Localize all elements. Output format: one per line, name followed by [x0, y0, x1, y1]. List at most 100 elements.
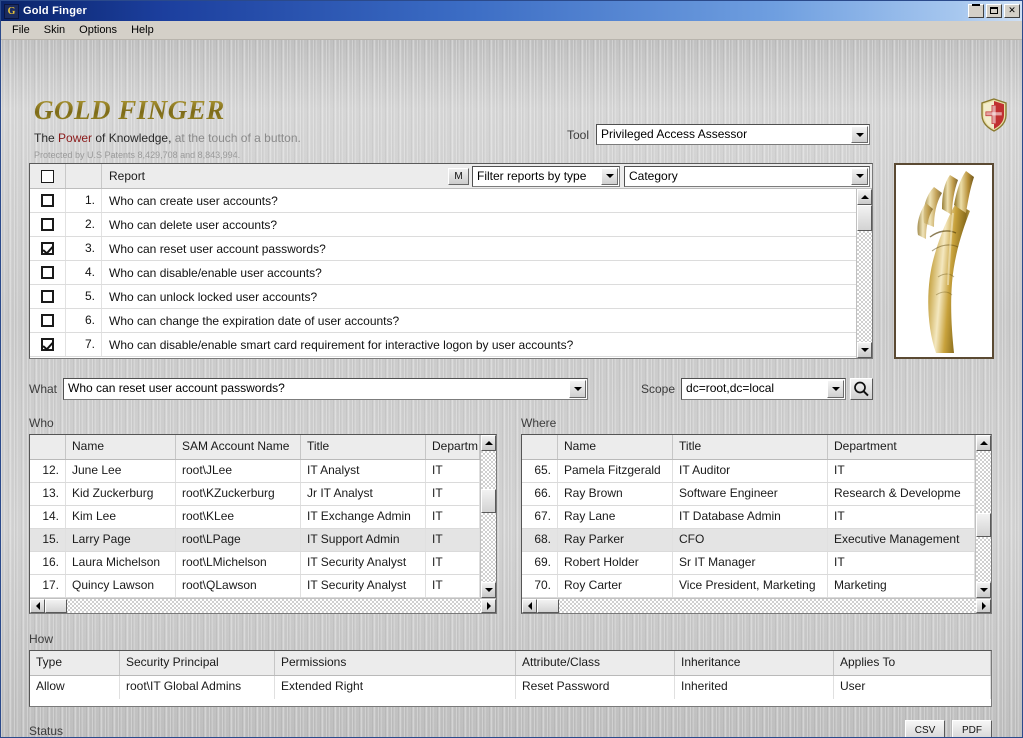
where-header-title[interactable]: Title	[673, 435, 828, 459]
how-header-permissions[interactable]: Permissions	[275, 651, 516, 675]
report-row-checkbox[interactable]	[41, 194, 54, 207]
filter-mode-button[interactable]: M	[448, 167, 469, 185]
where-row[interactable]: 65. Pamela Fitzgerald IT Auditor IT	[522, 460, 975, 483]
report-row-checkbox-cell[interactable]	[30, 285, 66, 308]
report-row-checkbox-cell[interactable]	[30, 189, 66, 212]
report-row-checkbox[interactable]	[41, 338, 54, 351]
report-row[interactable]: 2. Who can delete user accounts?	[30, 213, 856, 237]
where-cell-name: Robert Holder	[558, 552, 673, 574]
hscroll-thumb[interactable]	[45, 599, 67, 613]
how-header-principal[interactable]: Security Principal	[120, 651, 275, 675]
who-header-sam[interactable]: SAM Account Name	[176, 435, 301, 459]
how-header-inheritance[interactable]: Inheritance	[675, 651, 834, 675]
patent-notice: Protected by U.S Patents 8,429,708 and 8…	[34, 150, 241, 160]
report-row[interactable]: 6. Who can change the expiration date of …	[30, 309, 856, 333]
select-all-checkbox[interactable]	[41, 169, 54, 183]
where-row[interactable]: 67. Ray Lane IT Database Admin IT	[522, 506, 975, 529]
menu-item-help[interactable]: Help	[124, 22, 161, 38]
scroll-down-icon[interactable]	[976, 582, 991, 598]
where-row[interactable]: 66. Ray Brown Software Engineer Research & …	[522, 483, 975, 506]
chevron-down-icon[interactable]	[569, 380, 587, 398]
scroll-right-icon[interactable]	[976, 599, 991, 613]
what-dropdown[interactable]: Who can reset user account passwords?	[63, 378, 589, 400]
report-row[interactable]: 5. Who can unlock locked user accounts?	[30, 285, 856, 309]
report-row-checkbox-cell[interactable]	[30, 333, 66, 356]
where-cell-department: Research & Developme	[828, 483, 975, 505]
where-grid-hscrollbar[interactable]	[522, 598, 991, 613]
how-header-attribute[interactable]: Attribute/Class	[516, 651, 675, 675]
report-row-checkbox[interactable]	[41, 314, 54, 327]
report-row-checkbox-cell[interactable]	[30, 213, 66, 236]
who-grid-hscrollbar[interactable]	[30, 598, 496, 613]
select-all-cell[interactable]	[30, 164, 66, 188]
how-header-applies-to[interactable]: Applies To	[834, 651, 991, 675]
report-row-checkbox[interactable]	[41, 218, 54, 231]
chevron-down-icon[interactable]	[851, 167, 868, 185]
menu-item-skin[interactable]: Skin	[37, 22, 72, 38]
who-row[interactable]: 16. Laura Michelson root\LMichelson IT Secu…	[30, 552, 480, 575]
chevron-down-icon[interactable]	[827, 380, 845, 398]
scroll-down-icon[interactable]	[857, 342, 872, 358]
where-cell-number: 65.	[522, 460, 558, 482]
scroll-left-icon[interactable]	[522, 599, 537, 613]
scroll-track[interactable]	[481, 451, 496, 582]
report-row-checkbox-cell[interactable]	[30, 261, 66, 284]
where-header-name[interactable]: Name	[558, 435, 673, 459]
who-cell-name: Kim Lee	[66, 506, 176, 528]
scroll-right-icon[interactable]	[481, 599, 496, 613]
scroll-up-icon[interactable]	[481, 435, 496, 451]
report-row[interactable]: 4. Who can disable/enable user accounts?	[30, 261, 856, 285]
how-header-type[interactable]: Type	[30, 651, 120, 675]
minimize-button[interactable]	[968, 4, 984, 18]
who-row[interactable]: 14. Kim Lee root\KLee IT Exchange Admin IT	[30, 506, 480, 529]
who-header-title[interactable]: Title	[301, 435, 426, 459]
who-row[interactable]: 12. June Lee root\JLee IT Analyst IT	[30, 460, 480, 483]
report-row-checkbox-cell[interactable]	[30, 309, 66, 332]
scroll-thumb[interactable]	[481, 489, 496, 513]
report-row-checkbox[interactable]	[41, 242, 54, 255]
scroll-down-icon[interactable]	[481, 582, 496, 598]
where-row[interactable]: 69. Robert Holder Sr IT Manager IT	[522, 552, 975, 575]
export-pdf-button[interactable]: PDF	[952, 720, 992, 737]
category-dropdown[interactable]: Category	[624, 165, 870, 187]
where-header-dept[interactable]: Department	[828, 435, 975, 459]
hscroll-thumb[interactable]	[537, 599, 559, 613]
chevron-down-icon[interactable]	[851, 126, 869, 143]
menu-item-options[interactable]: Options	[72, 22, 124, 38]
scroll-left-icon[interactable]	[30, 599, 45, 613]
export-csv-button[interactable]: CSV	[905, 720, 945, 737]
who-row[interactable]: 15. Larry Page root\LPage IT Support Admin I…	[30, 529, 480, 552]
report-row-checkbox[interactable]	[41, 290, 54, 303]
scroll-up-icon[interactable]	[857, 189, 872, 205]
report-row[interactable]: 1. Who can create user accounts?	[30, 189, 856, 213]
scroll-up-icon[interactable]	[976, 435, 991, 451]
filter-by-type-dropdown[interactable]: Filter reports by type	[472, 165, 620, 187]
menu-item-file[interactable]: File	[5, 22, 37, 38]
report-row-checkbox-cell[interactable]	[30, 237, 66, 260]
report-row-checkbox[interactable]	[41, 266, 54, 279]
report-list-scrollbar[interactable]	[856, 189, 872, 358]
report-row[interactable]: 7. Who can disable/enable smart card requ…	[30, 333, 856, 357]
how-row[interactable]: Allow root\IT Global Admins Extended Right…	[30, 676, 991, 699]
where-grid-vscrollbar[interactable]	[975, 435, 991, 598]
where-row[interactable]: 70. Roy Carter Vice President, Marketing Ma…	[522, 575, 975, 598]
chevron-down-icon[interactable]	[601, 167, 618, 185]
tool-dropdown[interactable]: Privileged Access Assessor	[596, 124, 871, 145]
who-row[interactable]: 17. Quincy Lawson root\QLawson IT Security …	[30, 575, 480, 598]
who-header-dept[interactable]: Departm	[426, 435, 480, 459]
where-row[interactable]: 68. Ray Parker CFO Executive Management	[522, 529, 975, 552]
scope-dropdown[interactable]: dc=root,dc=local	[681, 378, 847, 400]
who-row[interactable]: 13. Kid Zuckerburg root\KZuckerburg Jr IT A…	[30, 483, 480, 506]
scroll-track[interactable]	[976, 451, 991, 582]
close-button[interactable]: ✕	[1004, 4, 1020, 18]
report-list-panel: Report M Filter reports by type Category…	[29, 163, 873, 359]
who-grid-vscrollbar[interactable]	[480, 435, 496, 598]
report-row[interactable]: 3. Who can reset user account passwords?	[30, 237, 856, 261]
who-header-name[interactable]: Name	[66, 435, 176, 459]
scroll-track[interactable]	[857, 205, 872, 342]
who-cell-name: June Lee	[66, 460, 176, 482]
scroll-thumb[interactable]	[857, 205, 872, 231]
maximize-button[interactable]	[986, 4, 1002, 18]
scroll-thumb[interactable]	[976, 513, 991, 537]
search-button[interactable]	[850, 378, 874, 400]
